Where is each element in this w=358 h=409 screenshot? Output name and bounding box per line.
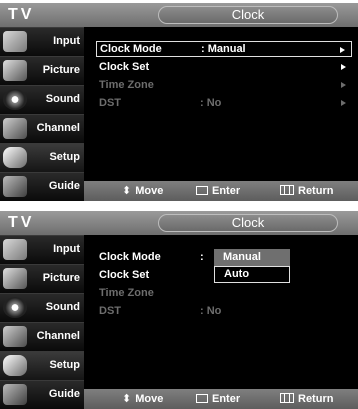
menu-row-clock-mode[interactable]: Clock Mode : Manual <box>96 41 352 57</box>
sidebar-item-label: Sound <box>45 93 80 105</box>
channel-icon <box>3 326 27 347</box>
setup-icon <box>3 355 27 376</box>
sidebar-item-label: Guide <box>48 388 80 400</box>
page-title: Clock <box>158 214 338 232</box>
sidebar-item-label: Guide <box>48 180 80 192</box>
menu-row-time-zone[interactable]: Time Zone <box>96 77 352 93</box>
input-icon <box>3 31 27 52</box>
menu-row-colon: : <box>200 251 204 263</box>
sidebar-item-channel[interactable]: Channel <box>0 114 84 143</box>
menu-row-label: DST <box>99 305 121 317</box>
sidebar-item-guide[interactable]: Guide <box>0 172 84 201</box>
enter-icon <box>196 394 208 403</box>
sound-icon <box>3 89 27 110</box>
enter-label: Enter <box>212 393 241 405</box>
sidebar: Input Picture Sound Channel Setup Guide <box>0 235 84 409</box>
move-hint: ⬍ Move <box>122 181 163 201</box>
sidebar-item-label: Sound <box>45 301 80 313</box>
sidebar-item-picture[interactable]: Picture <box>0 264 84 293</box>
picture-icon <box>3 268 27 289</box>
return-icon <box>280 185 294 195</box>
menu-row-label: Clock Mode <box>100 43 162 55</box>
setup-icon <box>3 147 27 168</box>
menu-row-value: : No <box>200 305 222 317</box>
sidebar-item-input[interactable]: Input <box>0 27 84 56</box>
dropdown-option-manual[interactable]: Manual <box>214 249 290 266</box>
sound-icon <box>3 297 27 318</box>
sidebar-item-guide[interactable]: Guide <box>0 380 84 409</box>
menu-row-label: Time Zone <box>99 287 154 299</box>
header-bar: TV Clock <box>0 211 358 235</box>
footer-bar: ⬍ Move Enter Return <box>84 181 358 201</box>
sidebar-item-sound[interactable]: Sound <box>0 85 84 114</box>
enter-icon <box>196 186 208 195</box>
sidebar-item-label: Input <box>53 35 80 47</box>
sidebar-item-label: Picture <box>42 272 80 284</box>
return-hint: Return <box>280 389 333 409</box>
tv-menu-screen-2: TV Clock Input Picture Sound Channel Set… <box>0 211 358 409</box>
brand-label: TV <box>8 214 35 231</box>
sidebar-item-picture[interactable]: Picture <box>0 56 84 85</box>
return-hint: Return <box>280 181 333 201</box>
sidebar-item-sound[interactable]: Sound <box>0 293 84 322</box>
menu-row-dst[interactable]: DST : No <box>96 303 352 319</box>
menu-row-label: Clock Mode <box>99 251 161 263</box>
menu-row-value: : Manual <box>201 43 246 55</box>
chevron-right-icon <box>340 47 345 53</box>
menu-row-value: : No <box>200 97 222 109</box>
chevron-right-icon <box>341 100 346 106</box>
input-icon <box>3 239 27 260</box>
menu-row-label: Clock Set <box>99 269 150 281</box>
return-icon <box>280 393 294 403</box>
return-label: Return <box>298 185 334 197</box>
sidebar-item-label: Channel <box>36 330 80 342</box>
page-title: Clock <box>158 6 338 24</box>
sidebar-item-label: Channel <box>36 122 80 134</box>
tv-menu-screen-1: TV Clock Input Picture Sound Channel Set… <box>0 3 358 201</box>
menu-panel: Clock Mode : Manual Clock Set Time Zone … <box>84 27 358 181</box>
up-down-arrow-icon: ⬍ <box>122 393 132 405</box>
sidebar-item-input[interactable]: Input <box>0 235 84 264</box>
guide-icon <box>3 384 27 405</box>
return-label: Return <box>298 393 334 405</box>
sidebar: Input Picture Sound Channel Setup Guide <box>0 27 84 201</box>
channel-icon <box>3 118 27 139</box>
sidebar-item-label: Setup <box>49 359 80 371</box>
footer-bar: ⬍ Move Enter Return <box>84 389 358 409</box>
enter-hint: Enter <box>196 389 240 409</box>
menu-row-label: DST <box>99 97 121 109</box>
move-label: Move <box>135 185 164 197</box>
menu-row-label: Time Zone <box>99 79 154 91</box>
chevron-right-icon <box>341 64 346 70</box>
chevron-right-icon <box>341 82 346 88</box>
sidebar-item-setup[interactable]: Setup <box>0 351 84 380</box>
move-label: Move <box>135 393 164 405</box>
enter-hint: Enter <box>196 181 240 201</box>
clock-mode-dropdown[interactable]: Manual Auto <box>214 249 290 283</box>
sidebar-item-label: Input <box>53 243 80 255</box>
menu-row-clock-set[interactable]: Clock Set <box>96 59 352 75</box>
picture-icon <box>3 60 27 81</box>
sidebar-item-channel[interactable]: Channel <box>0 322 84 351</box>
brand-label: TV <box>8 6 35 23</box>
sidebar-item-label: Picture <box>42 64 80 76</box>
sidebar-item-label: Setup <box>49 151 80 163</box>
header-bar: TV Clock <box>0 3 358 27</box>
up-down-arrow-icon: ⬍ <box>122 185 132 197</box>
enter-label: Enter <box>212 185 241 197</box>
menu-row-dst[interactable]: DST : No <box>96 95 352 111</box>
guide-icon <box>3 176 27 197</box>
move-hint: ⬍ Move <box>122 389 163 409</box>
menu-row-time-zone[interactable]: Time Zone <box>96 285 352 301</box>
sidebar-item-setup[interactable]: Setup <box>0 143 84 172</box>
dropdown-option-auto[interactable]: Auto <box>214 266 290 283</box>
menu-row-label: Clock Set <box>99 61 150 73</box>
